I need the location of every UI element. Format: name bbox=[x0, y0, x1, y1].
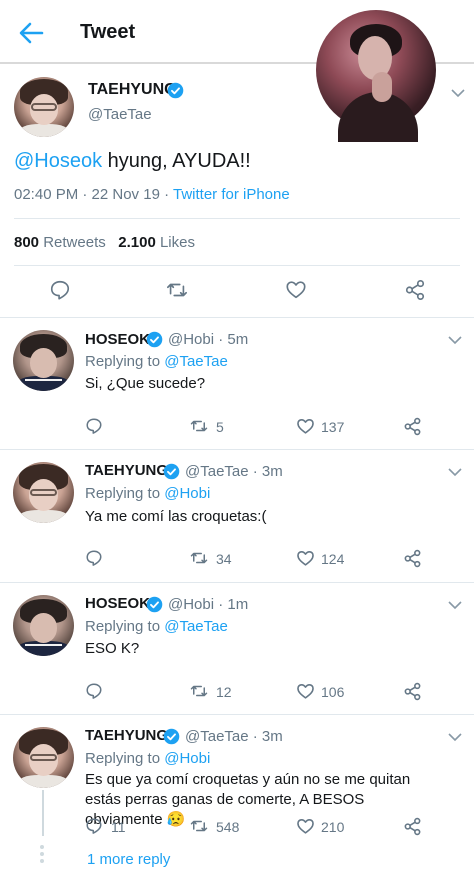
share-icon[interactable] bbox=[403, 549, 422, 568]
retweet-icon[interactable] bbox=[189, 817, 209, 835]
retweet-icon[interactable] bbox=[165, 279, 189, 301]
replying-prefix: Replying to bbox=[85, 485, 165, 502]
source-link[interactable]: Twitter for iPhone bbox=[173, 186, 290, 203]
avatar[interactable] bbox=[13, 330, 74, 391]
avatar[interactable] bbox=[14, 77, 74, 137]
reply-icon[interactable] bbox=[85, 549, 103, 567]
reply-text: Si, ¿Que sucede? bbox=[85, 375, 206, 392]
more-replies-link[interactable]: 1 more reply bbox=[87, 851, 170, 868]
author-name[interactable]: HOSEOK bbox=[85, 331, 150, 348]
share-icon[interactable] bbox=[403, 682, 422, 701]
like-count: 124 bbox=[321, 551, 345, 567]
divider bbox=[0, 317, 474, 318]
chevron-down-icon[interactable] bbox=[448, 732, 462, 742]
chevron-down-icon[interactable] bbox=[448, 335, 462, 345]
retweet-icon[interactable] bbox=[189, 417, 209, 435]
verified-badge-icon bbox=[167, 82, 184, 99]
back-arrow-icon[interactable] bbox=[18, 20, 44, 46]
replying-prefix: Replying to bbox=[85, 618, 165, 635]
reply-header: TAEHYUNG bbox=[85, 462, 168, 479]
author-name[interactable]: TAEHYUNG bbox=[85, 462, 168, 479]
divider bbox=[0, 582, 474, 583]
share-icon[interactable] bbox=[403, 817, 422, 836]
likes-count[interactable]: 2.100 bbox=[118, 234, 156, 251]
like-count: 137 bbox=[321, 419, 345, 435]
divider bbox=[0, 714, 474, 715]
reply-icon[interactable] bbox=[49, 279, 71, 301]
author-handle-time[interactable]: @Hobi · 5m bbox=[168, 331, 248, 348]
chevron-down-icon[interactable] bbox=[448, 467, 462, 477]
reply-text: Es que ya comí croquetas y aún no se me … bbox=[85, 771, 411, 828]
like-count: 106 bbox=[321, 684, 345, 700]
reply-text: ESO K? bbox=[85, 640, 140, 657]
share-icon[interactable] bbox=[403, 417, 422, 436]
reply-count: 11 bbox=[111, 819, 126, 835]
like-count: 210 bbox=[321, 819, 345, 835]
verified-badge-icon bbox=[163, 463, 180, 480]
verified-badge-icon bbox=[146, 596, 163, 613]
reply-header: HOSEOK bbox=[85, 331, 150, 348]
retweet-icon[interactable] bbox=[189, 549, 209, 567]
replying-to-link[interactable]: @TaeTae bbox=[164, 618, 228, 635]
author-handle-time[interactable]: @Hobi · 1m bbox=[168, 596, 248, 613]
replying-to-link[interactable]: @Hobi bbox=[164, 485, 210, 502]
author-handle-time[interactable]: @TaeTae · 3m bbox=[185, 463, 283, 480]
replying-to: Replying to @Hobi bbox=[85, 750, 210, 767]
page-title: Tweet bbox=[80, 21, 136, 43]
tweet-meta: 02:40 PM · 22 Nov 19 · Twitter for iPhon… bbox=[14, 186, 290, 203]
replying-to: Replying to @TaeTae bbox=[85, 618, 228, 635]
reply-icon[interactable] bbox=[85, 417, 103, 435]
share-icon[interactable] bbox=[404, 279, 426, 301]
replying-prefix: Replying to bbox=[85, 353, 165, 370]
avatar[interactable] bbox=[13, 727, 74, 788]
replying-to: Replying to @TaeTae bbox=[85, 353, 228, 370]
reply-icon[interactable] bbox=[85, 817, 103, 835]
chevron-down-icon[interactable] bbox=[448, 600, 462, 610]
chevron-down-icon[interactable] bbox=[451, 88, 465, 98]
likes-label[interactable]: Likes bbox=[160, 234, 195, 251]
retweet-icon[interactable] bbox=[189, 682, 209, 700]
profile-photo-overlay bbox=[316, 10, 436, 142]
divider bbox=[0, 449, 474, 450]
replying-prefix: Replying to bbox=[85, 750, 165, 767]
divider bbox=[14, 265, 460, 266]
mention-link[interactable]: @Hoseok bbox=[14, 150, 102, 172]
thread-line bbox=[42, 790, 44, 836]
like-icon[interactable] bbox=[296, 549, 315, 568]
replying-to-link[interactable]: @Hobi bbox=[164, 750, 210, 767]
tweet-stats: 800 Retweets 2.100 Likes bbox=[14, 234, 195, 251]
author-handle-time[interactable]: @TaeTae · 3m bbox=[185, 728, 283, 745]
timestamp: 02:40 PM · 22 Nov 19 · bbox=[14, 186, 173, 203]
retweets-label[interactable]: Retweets bbox=[43, 234, 106, 251]
verified-badge-icon bbox=[146, 331, 163, 348]
reply-text: Ya me comí las croquetas:( bbox=[85, 508, 267, 525]
reply-header: HOSEOK bbox=[85, 595, 150, 612]
thread-dots bbox=[40, 845, 46, 866]
avatar[interactable] bbox=[13, 462, 74, 523]
like-icon[interactable] bbox=[285, 279, 307, 301]
author-name[interactable]: TAEHYUNG bbox=[88, 81, 177, 99]
author-name[interactable]: HOSEOK bbox=[85, 595, 150, 612]
reply-header: TAEHYUNG bbox=[85, 727, 168, 744]
tweet-body: hyung, AYUDA!! bbox=[102, 150, 251, 172]
retweet-count: 12 bbox=[216, 684, 232, 700]
retweet-count: 5 bbox=[216, 419, 224, 435]
like-icon[interactable] bbox=[296, 682, 315, 701]
like-icon[interactable] bbox=[296, 417, 315, 436]
author-name[interactable]: TAEHYUNG bbox=[85, 727, 168, 744]
replying-to: Replying to @Hobi bbox=[85, 485, 210, 502]
divider bbox=[14, 218, 460, 219]
tweet-text: @Hoseok hyung, AYUDA!! bbox=[14, 150, 251, 173]
retweet-count: 34 bbox=[216, 551, 232, 567]
replying-to-link[interactable]: @TaeTae bbox=[164, 353, 228, 370]
retweet-count: 548 bbox=[216, 819, 240, 835]
avatar[interactable] bbox=[13, 595, 74, 656]
author-handle[interactable]: @TaeTae bbox=[88, 106, 152, 123]
retweets-count[interactable]: 800 bbox=[14, 234, 39, 251]
like-icon[interactable] bbox=[296, 817, 315, 836]
reply-icon[interactable] bbox=[85, 682, 103, 700]
verified-badge-icon bbox=[163, 728, 180, 745]
